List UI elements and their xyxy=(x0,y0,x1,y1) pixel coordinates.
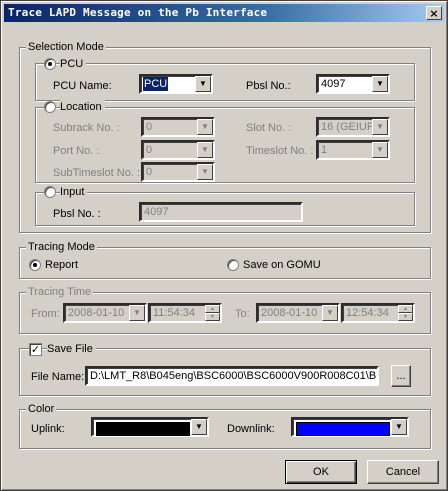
from-time-field[interactable]: 11:54:34 ▲ ▼ xyxy=(148,303,222,323)
port-value: 0 xyxy=(146,144,153,156)
file-name-label: File Name: xyxy=(31,371,85,383)
subtimeslot-label: SubTimeslot No. : xyxy=(53,167,141,179)
cancel-button[interactable]: Cancel xyxy=(367,460,439,484)
subtimeslot-value: 0 xyxy=(146,166,153,178)
tracing-mode-title: Tracing Mode xyxy=(26,240,97,254)
location-radio-label: Location xyxy=(60,100,105,114)
from-date-value: 2008-01-10 xyxy=(68,307,125,319)
report-label: Report xyxy=(45,259,79,271)
to-date-picker[interactable]: 2008-01-10 ▼ xyxy=(256,303,340,323)
slot-select[interactable]: 16 (GEIUP) ▼ xyxy=(316,117,390,137)
save-on-gomu-radio[interactable] xyxy=(227,259,239,271)
subrack-label: Subrack No. : xyxy=(53,122,120,134)
close-button[interactable]: × xyxy=(426,6,442,20)
port-label: Port No. : xyxy=(53,145,100,157)
from-time-value: 11:54:34 xyxy=(153,307,196,319)
selection-mode-title: Selection Mode xyxy=(26,40,106,54)
chevron-down-icon[interactable]: ▼ xyxy=(129,305,145,321)
input-pbsl-field[interactable]: 4097 xyxy=(139,202,303,222)
chevron-down-icon[interactable]: ▼ xyxy=(197,164,213,180)
downlink-label: Downlink: xyxy=(227,423,275,435)
tracing-time-title: Tracing Time xyxy=(26,285,94,299)
input-pbsl-label: Pbsl No. : xyxy=(53,208,101,220)
location-radio[interactable] xyxy=(44,101,56,113)
timeslot-select[interactable]: 1 ▼ xyxy=(316,140,390,160)
check-icon: ✓ xyxy=(30,343,41,356)
color-title: Color xyxy=(26,402,57,416)
file-name-field[interactable]: D:\LMT_R8\B045eng\BSC6000\BSC6000V900R00… xyxy=(85,366,379,386)
input-radio[interactable] xyxy=(44,186,56,198)
window-title: Trace LAPD Message on the Pb Interface xyxy=(8,6,268,19)
spin-up-icon[interactable]: ▲ xyxy=(398,305,413,313)
chevron-down-icon[interactable]: ▼ xyxy=(191,419,207,435)
chevron-down-icon[interactable]: ▼ xyxy=(195,76,211,92)
save-on-gomu-label: Save on GOMU xyxy=(243,259,321,271)
pcu-pbsl-select[interactable]: 4097 ▼ xyxy=(316,74,390,94)
timeslot-value: 1 xyxy=(321,144,328,156)
from-time-spinner[interactable]: ▲ ▼ xyxy=(205,305,220,321)
chevron-down-icon[interactable]: ▼ xyxy=(391,419,407,435)
spin-down-icon[interactable]: ▼ xyxy=(205,313,220,321)
to-time-field[interactable]: 12:54:34 ▲ ▼ xyxy=(341,303,415,323)
subrack-select[interactable]: 0 ▼ xyxy=(141,117,215,137)
save-file-checkbox[interactable]: ✓ xyxy=(29,343,42,356)
subtimeslot-select[interactable]: 0 ▼ xyxy=(141,162,215,182)
pcu-radio[interactable] xyxy=(44,58,56,70)
chevron-down-icon[interactable]: ▼ xyxy=(197,119,213,135)
close-icon: × xyxy=(429,6,439,20)
to-label: To: xyxy=(235,308,250,320)
input-radio-label: Input xyxy=(60,185,88,199)
uplink-color-swatch xyxy=(96,422,190,436)
tracing-mode-group: Tracing Mode xyxy=(19,240,431,279)
browse-button[interactable]: ... xyxy=(391,365,411,387)
pcu-radio-label: PCU xyxy=(60,57,87,71)
title-bar[interactable]: Trace LAPD Message on the Pb Interface × xyxy=(4,4,444,22)
save-file-label: Save File xyxy=(47,342,96,356)
port-select[interactable]: 0 ▼ xyxy=(141,140,215,160)
pcu-name-select[interactable]: PCU ▼ xyxy=(139,74,213,94)
pcu-pbsl-label: Pbsl No.: xyxy=(246,80,291,92)
to-time-value: 12:54:34 xyxy=(346,307,389,319)
spin-down-icon[interactable]: ▼ xyxy=(398,313,413,321)
to-time-spinner[interactable]: ▲ ▼ xyxy=(398,305,413,321)
chevron-down-icon[interactable]: ▼ xyxy=(372,76,388,92)
chevron-down-icon[interactable]: ▼ xyxy=(197,142,213,158)
pcu-name-label: PCU Name: xyxy=(53,80,112,92)
ok-button[interactable]: OK xyxy=(285,460,357,484)
chevron-down-icon[interactable]: ▼ xyxy=(372,142,388,158)
chevron-down-icon[interactable]: ▼ xyxy=(322,305,338,321)
slot-value: 16 (GEIUP) xyxy=(321,121,378,133)
uplink-label: Uplink: xyxy=(31,423,65,435)
spin-up-icon[interactable]: ▲ xyxy=(205,305,220,313)
downlink-color-swatch xyxy=(296,422,390,436)
pcu-name-value: PCU xyxy=(143,77,169,91)
downlink-color-select[interactable]: ▼ xyxy=(291,417,409,437)
chevron-down-icon[interactable]: ▼ xyxy=(372,119,388,135)
report-radio[interactable] xyxy=(29,259,41,271)
timeslot-label: Timeslot No. : xyxy=(246,145,314,157)
to-date-value: 2008-01-10 xyxy=(261,307,318,319)
pcu-pbsl-value: 4097 xyxy=(321,78,346,90)
subrack-value: 0 xyxy=(146,121,153,133)
slot-label: Slot No. : xyxy=(246,122,292,134)
uplink-color-select[interactable]: ▼ xyxy=(91,417,209,437)
dialog-window: Trace LAPD Message on the Pb Interface ×… xyxy=(0,0,448,491)
from-date-picker[interactable]: 2008-01-10 ▼ xyxy=(63,303,147,323)
input-pbsl-value: 4097 xyxy=(144,206,169,218)
file-name-value: D:\LMT_R8\B045eng\BSC6000\BSC6000V900R00… xyxy=(90,370,376,382)
from-label: From: xyxy=(31,308,60,320)
